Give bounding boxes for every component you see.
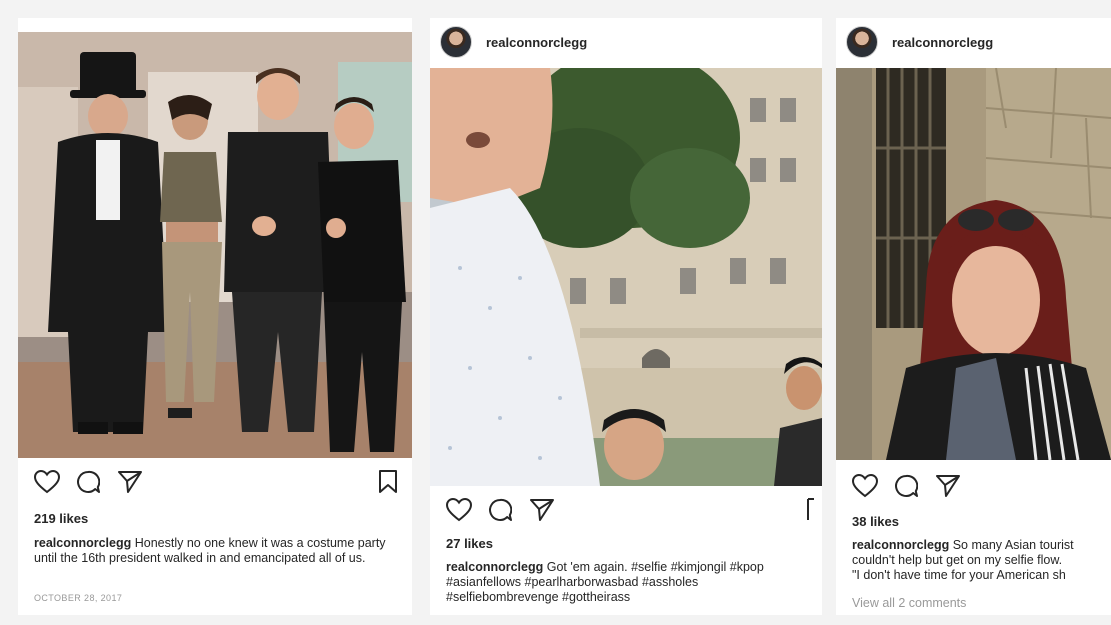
bookmark-icon[interactable] <box>378 470 398 494</box>
caption-text-line-3: "I don't have time for your American sh <box>852 568 1066 582</box>
post-username[interactable]: realconnorclegg <box>892 35 993 50</box>
heart-icon[interactable] <box>446 498 472 522</box>
heart-icon[interactable] <box>852 474 878 498</box>
avatar[interactable] <box>440 26 472 58</box>
paper-plane-icon[interactable] <box>118 470 142 494</box>
view-comments-link[interactable]: View all 2 comments <box>852 596 966 610</box>
avatar[interactable] <box>846 26 878 58</box>
action-bar <box>852 474 1097 502</box>
heart-icon[interactable] <box>34 470 60 494</box>
likes-count[interactable]: 27 likes <box>446 536 493 551</box>
caption-text-line-2: couldn't help but get on my selfie flow. <box>852 553 1063 567</box>
paper-plane-icon[interactable] <box>936 474 960 498</box>
post-date[interactable]: OCTOBER 28, 2017 <box>34 593 122 603</box>
post-caption: realconnorclegg Honestly no one knew it … <box>34 536 402 566</box>
comment-icon[interactable] <box>76 470 100 494</box>
caption-text-line-1: So many Asian tourist <box>949 538 1074 552</box>
post-header: realconnorclegg <box>430 18 822 66</box>
comment-icon[interactable] <box>488 498 512 522</box>
action-bar <box>34 470 398 498</box>
caption-username[interactable]: realconnorclegg <box>446 560 543 574</box>
post-photo[interactable] <box>18 32 412 458</box>
post-header: realconnorclegg <box>836 18 1111 66</box>
post-photo[interactable] <box>430 68 822 486</box>
likes-count[interactable]: 38 likes <box>852 514 899 529</box>
post-username[interactable]: realconnorclegg <box>486 35 587 50</box>
comment-icon[interactable] <box>894 474 918 498</box>
action-bar <box>446 498 814 526</box>
instagram-post-3: realconnorclegg 38 likes realconnorclegg… <box>836 18 1111 615</box>
post-caption: realconnorclegg So many Asian tourist co… <box>852 538 1111 583</box>
caption-username[interactable]: realconnorclegg <box>852 538 949 552</box>
post-caption: realconnorclegg Got 'em again. #selfie #… <box>446 560 812 605</box>
bookmark-icon[interactable] <box>806 498 814 522</box>
instagram-post-1: 219 likes realconnorclegg Honestly no on… <box>18 18 412 615</box>
likes-count[interactable]: 219 likes <box>34 511 88 526</box>
caption-username[interactable]: realconnorclegg <box>34 536 131 550</box>
post-photo[interactable] <box>836 68 1111 460</box>
instagram-post-2: realconnorclegg 27 likes realconnorclegg… <box>430 18 822 615</box>
paper-plane-icon[interactable] <box>530 498 554 522</box>
